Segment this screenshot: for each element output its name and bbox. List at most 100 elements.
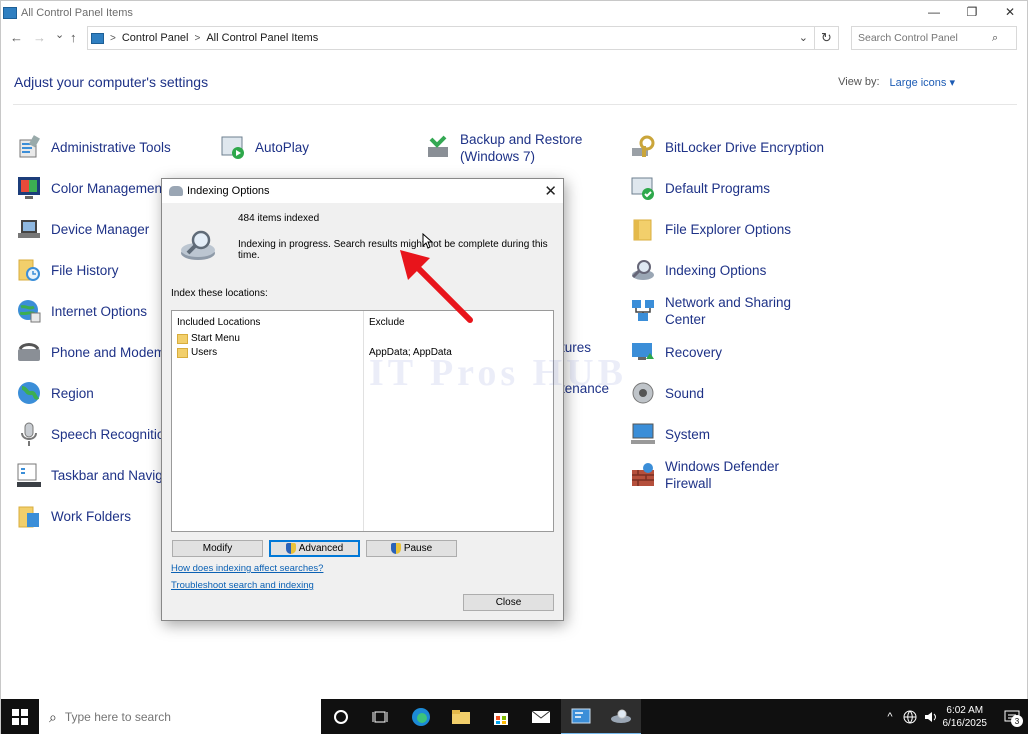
- address-dropdown-icon[interactable]: ⌄: [799, 31, 808, 44]
- backup-restore-icon: [425, 135, 451, 161]
- item-recovery[interactable]: Recovery: [630, 339, 722, 365]
- item-indexing-options[interactable]: Indexing Options: [630, 257, 766, 283]
- speaker-icon[interactable]: [923, 710, 937, 724]
- restore-button[interactable]: ❐: [953, 1, 991, 23]
- item-sound[interactable]: Sound: [630, 380, 704, 406]
- color-management-icon: [16, 175, 42, 201]
- desktop-screen: All Control Panel Items — ❐ ✕ ← → ⌄ ↑ > …: [0, 0, 1028, 734]
- control-panel-taskbar-icon[interactable]: [561, 699, 601, 734]
- breadcrumb-all-items[interactable]: All Control Panel Items: [206, 32, 318, 44]
- mail-icon[interactable]: [521, 699, 561, 734]
- table-row[interactable]: Users: [177, 347, 217, 358]
- taskbar-search-input[interactable]: [64, 710, 285, 724]
- tray-chevron-icon[interactable]: ^: [887, 711, 892, 723]
- firewall-icon: [630, 462, 656, 488]
- indexing-options-taskbar-icon[interactable]: [601, 699, 641, 734]
- edge-browser-icon[interactable]: [401, 699, 441, 734]
- taskbar-clock[interactable]: 6:02 AM 6/16/2025: [943, 704, 988, 730]
- column-header-included[interactable]: Included Locations: [177, 317, 260, 328]
- search-icon: ⌕: [49, 708, 57, 725]
- file-explorer-options-icon: [630, 216, 656, 242]
- location-name: Users: [191, 347, 218, 358]
- minimize-button[interactable]: —: [915, 1, 953, 23]
- item-file-history[interactable]: File History: [16, 257, 119, 283]
- item-speech-recognition[interactable]: Speech Recognition: [16, 421, 172, 447]
- folder-icon: [177, 333, 188, 344]
- work-folders-icon: [16, 503, 42, 529]
- notification-center-icon[interactable]: 3: [995, 699, 1028, 734]
- locations-table: Included Locations Exclude Start Menu Us…: [171, 310, 554, 532]
- view-by: View by: Large icons ▾: [838, 76, 955, 89]
- item-autoplay[interactable]: AutoPlay: [220, 134, 309, 160]
- close-button[interactable]: Close: [463, 594, 554, 611]
- task-view-icon[interactable]: [361, 699, 401, 734]
- location-name: Start Menu: [191, 333, 240, 344]
- advanced-button[interactable]: Advanced: [269, 540, 360, 557]
- indexing-options-dialog: Indexing Options ✕ 484 items indexed Ind…: [161, 178, 564, 621]
- search-box: ⌕: [851, 26, 1017, 50]
- items-indexed-count: 484 items indexed: [238, 213, 320, 224]
- uac-shield-icon: [285, 543, 296, 554]
- dialog-titlebar: Indexing Options ✕: [162, 179, 563, 203]
- close-icon[interactable]: ✕: [544, 182, 557, 200]
- system-tray: ^ 6:02 AM 6/16/2025 3: [887, 699, 1028, 734]
- item-administrative-tools[interactable]: Administrative Tools: [16, 134, 171, 160]
- notification-count-badge: 3: [1011, 715, 1023, 727]
- search-input[interactable]: [858, 32, 992, 44]
- up-arrow-icon[interactable]: ↑: [70, 30, 77, 45]
- index-locations-label: Index these locations:: [171, 288, 268, 299]
- indexing-options-icon: [630, 257, 656, 283]
- search-icon[interactable]: ⌕: [992, 32, 998, 45]
- window-titlebar: All Control Panel Items — ❐ ✕: [1, 1, 1028, 25]
- clock-date: 6/16/2025: [942, 718, 988, 729]
- close-window-button[interactable]: ✕: [991, 1, 1028, 23]
- network-sharing-icon: [630, 298, 656, 324]
- breadcrumb-control-panel[interactable]: Control Panel: [122, 32, 189, 44]
- item-system[interactable]: System: [630, 421, 710, 447]
- taskbar-navigation-icon: [16, 462, 42, 488]
- start-button[interactable]: [1, 699, 39, 734]
- item-color-management[interactable]: Color Management: [16, 175, 166, 201]
- system-icon: [630, 421, 656, 447]
- item-phone-modem[interactable]: Phone and Modem: [16, 339, 165, 365]
- item-windows-defender-firewall[interactable]: Windows Defender Firewall: [630, 458, 779, 492]
- dialog-title: Indexing Options: [187, 185, 270, 197]
- item-backup-restore[interactable]: Backup and Restore (Windows 7): [425, 131, 582, 165]
- microsoft-store-icon[interactable]: [481, 699, 521, 734]
- item-region[interactable]: Region: [16, 380, 94, 406]
- network-globe-icon[interactable]: [903, 710, 917, 724]
- autoplay-icon: [220, 134, 246, 160]
- table-row[interactable]: Start Menu: [177, 333, 240, 344]
- item-bitlocker[interactable]: BitLocker Drive Encryption: [630, 134, 824, 160]
- file-history-icon: [16, 257, 42, 283]
- address-bar[interactable]: > Control Panel > All Control Panel Item…: [87, 26, 839, 50]
- file-explorer-icon[interactable]: [441, 699, 481, 734]
- indexing-help-link[interactable]: How does indexing affect searches?: [171, 563, 323, 574]
- red-arrow-annotation: [400, 250, 473, 323]
- window-title: All Control Panel Items: [21, 7, 133, 19]
- window-controls: — ❐ ✕: [915, 1, 1028, 23]
- item-device-manager[interactable]: Device Manager: [16, 216, 149, 242]
- modify-button[interactable]: Modify: [172, 540, 263, 557]
- address-control-panel-icon: [91, 32, 104, 44]
- back-arrow-icon[interactable]: ←: [10, 30, 23, 45]
- item-network-sharing[interactable]: Network and Sharing Center: [630, 294, 791, 328]
- item-work-folders[interactable]: Work Folders: [16, 503, 131, 529]
- item-default-programs[interactable]: Default Programs: [630, 175, 770, 201]
- chevron-right-icon: >: [194, 32, 201, 44]
- item-internet-options[interactable]: Internet Options: [16, 298, 147, 324]
- bitlocker-icon: [630, 134, 656, 160]
- pause-button[interactable]: Pause: [366, 540, 457, 557]
- troubleshoot-link[interactable]: Troubleshoot search and indexing: [171, 580, 314, 591]
- clock-time: 6:02 AM: [946, 705, 984, 716]
- refresh-icon[interactable]: ↻: [814, 27, 838, 49]
- cortana-icon[interactable]: [321, 699, 361, 734]
- view-by-dropdown[interactable]: Large icons ▾: [890, 76, 955, 89]
- recent-locations-icon[interactable]: ⌄: [55, 28, 64, 41]
- forward-arrow-icon[interactable]: →: [33, 30, 46, 45]
- microphone-icon: [16, 421, 42, 447]
- item-taskbar-navigation[interactable]: Taskbar and Naviga: [16, 462, 170, 488]
- item-file-explorer-options[interactable]: File Explorer Options: [630, 216, 791, 242]
- recovery-icon: [630, 339, 656, 365]
- windows-logo-icon: [12, 709, 28, 725]
